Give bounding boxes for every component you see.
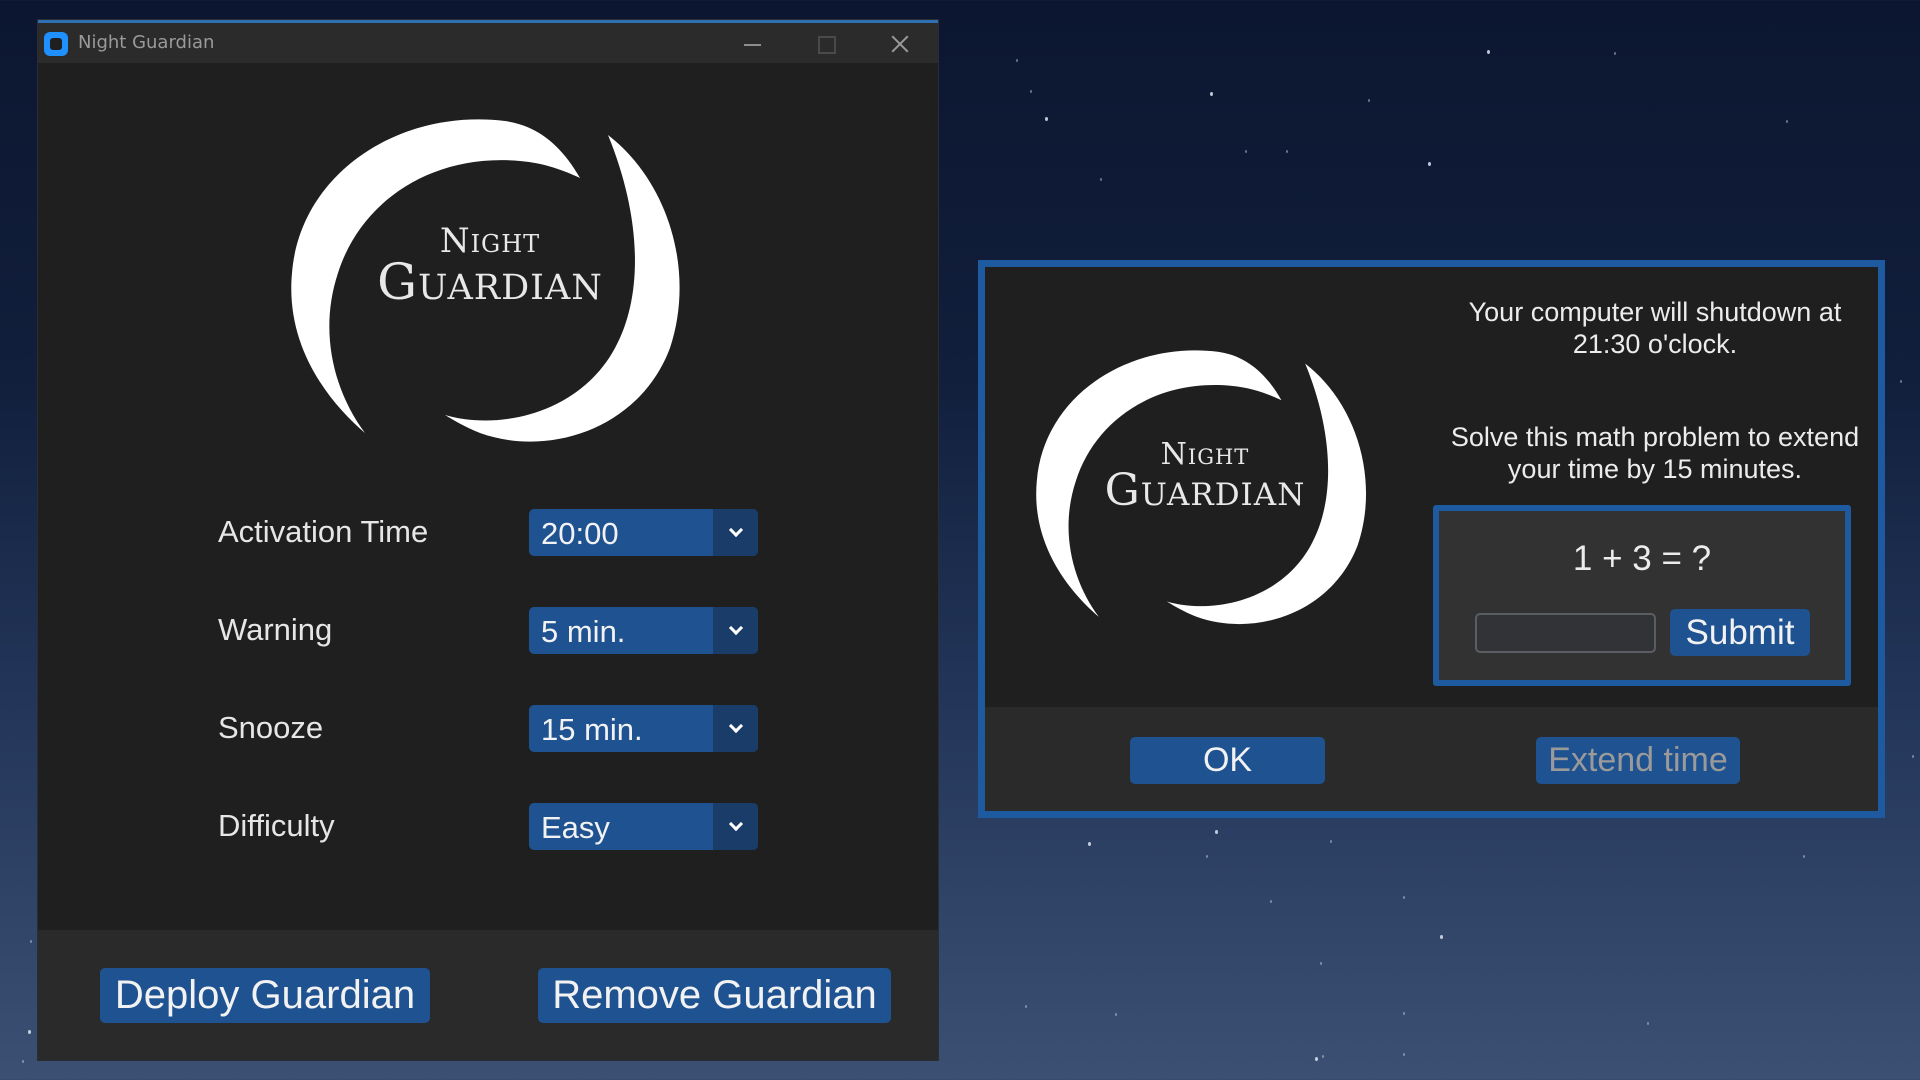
shutdown-message: Your computer will shutdown at 21:30 o'c…	[1468, 297, 1842, 359]
main-window: Night Guardian Night Guardian Activation…	[38, 20, 938, 1060]
activation-time-dropdown[interactable]: 20:00	[529, 509, 758, 556]
logo-text-guardian: Guardian	[1104, 465, 1306, 516]
star	[1614, 52, 1616, 55]
star	[1440, 935, 1443, 939]
star	[1100, 178, 1102, 181]
star	[1912, 755, 1914, 758]
shutdown-dialog: Night Guardian Your computer will shutdo…	[978, 260, 1885, 818]
extend-time-button[interactable]: Extend time	[1536, 737, 1740, 784]
star	[1206, 855, 1208, 858]
star	[1647, 1022, 1649, 1025]
dialog-footer: OK Extend time	[985, 707, 1878, 811]
star	[1368, 99, 1370, 102]
star	[30, 940, 32, 943]
close-button[interactable]	[870, 23, 930, 63]
dropdown-value: 5 min.	[541, 614, 626, 649]
snooze-dropdown[interactable]: 15 min.	[529, 705, 758, 752]
star	[1487, 50, 1490, 54]
ok-button[interactable]: OK	[1130, 737, 1325, 784]
star	[1786, 120, 1788, 123]
star	[1900, 380, 1902, 383]
star	[1286, 150, 1288, 153]
chevron-down-icon[interactable]	[713, 509, 758, 556]
math-problem: 1 + 3 = ?	[1572, 539, 1712, 578]
remove-guardian-button[interactable]: Remove Guardian	[538, 968, 891, 1023]
warning-label: Warning	[218, 612, 333, 647]
submit-button[interactable]: Submit	[1670, 609, 1810, 656]
star	[1428, 162, 1431, 166]
dropdown-value: 15 min.	[541, 712, 643, 747]
star	[1215, 830, 1218, 834]
activation-time-label: Activation Time	[218, 514, 429, 549]
star	[1322, 1055, 1324, 1058]
chevron-down-icon[interactable]	[713, 803, 758, 850]
star	[1803, 855, 1805, 858]
star	[1403, 1053, 1405, 1056]
star	[22, 1060, 24, 1063]
answer-input[interactable]	[1475, 613, 1656, 653]
title-bar[interactable]: Night Guardian	[38, 23, 938, 63]
star	[1115, 1013, 1117, 1016]
star	[1210, 92, 1213, 96]
star	[28, 1030, 31, 1034]
star	[1403, 1012, 1405, 1015]
deploy-guardian-button[interactable]: Deploy Guardian	[100, 968, 430, 1023]
difficulty-label: Difficulty	[218, 808, 335, 843]
chevron-down-icon[interactable]	[713, 705, 758, 752]
warning-dropdown[interactable]: 5 min.	[529, 607, 758, 654]
app-icon	[44, 32, 68, 56]
window-title: Night Guardian	[78, 32, 215, 53]
star	[1320, 962, 1322, 965]
star	[1025, 1005, 1027, 1008]
window-footer: Deploy Guardian Remove Guardian	[38, 930, 938, 1060]
night-guardian-logo: Night Guardian	[1035, 345, 1375, 627]
dropdown-value: Easy	[541, 810, 610, 845]
snooze-label: Snooze	[218, 710, 324, 745]
extend-instructions: Solve this math problem to extend your t…	[1450, 422, 1860, 484]
star	[1403, 896, 1405, 899]
star	[1270, 900, 1272, 903]
chevron-down-icon[interactable]	[713, 607, 758, 654]
dropdown-value: 20:00	[541, 516, 619, 551]
night-guardian-logo: Night Guardian	[290, 113, 690, 445]
logo-text-guardian: Guardian	[377, 253, 603, 311]
star	[1088, 842, 1091, 846]
minimize-button[interactable]	[722, 23, 782, 63]
math-problem-panel: 1 + 3 = ? Submit	[1433, 505, 1851, 686]
star	[1315, 1057, 1318, 1061]
star	[1245, 150, 1247, 153]
star	[1330, 840, 1332, 843]
star	[1030, 90, 1032, 93]
star	[1045, 117, 1048, 121]
difficulty-dropdown[interactable]: Easy	[529, 803, 758, 850]
star	[1016, 59, 1018, 62]
maximize-button[interactable]	[796, 23, 856, 63]
